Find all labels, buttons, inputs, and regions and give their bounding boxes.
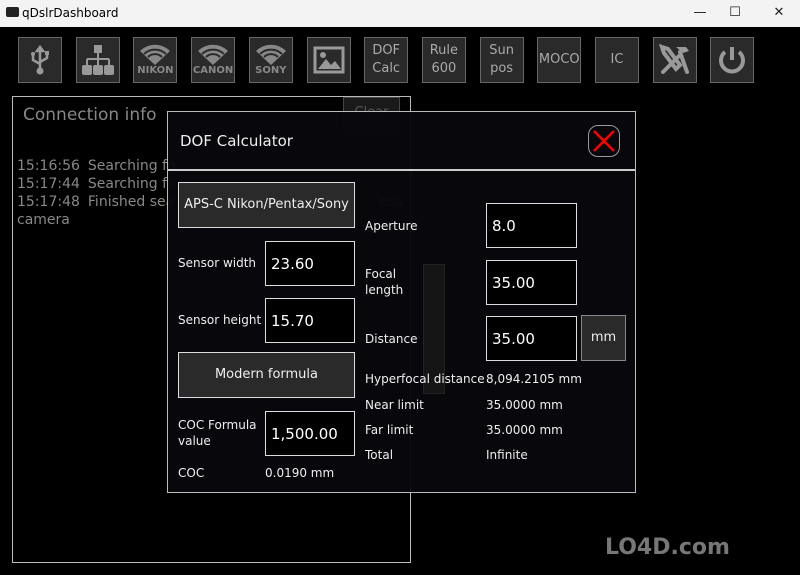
toolbar-button-label: DOF Calc bbox=[372, 43, 401, 76]
far-limit-label: Far limit bbox=[365, 423, 414, 437]
toolbar-button-label: Rule 600 bbox=[429, 43, 459, 76]
sensor-type-button[interactable]: APS-C Nikon/Pentax/Sony bbox=[178, 182, 355, 228]
toolbar-button-canon[interactable]: CANON bbox=[191, 37, 236, 83]
focal-length-input[interactable]: 35.00 bbox=[486, 260, 577, 305]
usb-icon bbox=[23, 43, 57, 77]
close-window-button[interactable]: ✕ bbox=[764, 3, 794, 23]
camera-app-icon bbox=[6, 7, 19, 17]
tools-icon bbox=[658, 43, 692, 77]
toolbar-button-label: MOCO bbox=[538, 52, 580, 67]
image-icon bbox=[312, 43, 346, 77]
title-bar: qDslrDashboard — ☐ ✕ bbox=[0, 0, 800, 27]
network-icon bbox=[81, 43, 115, 77]
wifi-icon: NIKON bbox=[137, 43, 174, 77]
toolbar-button-sony[interactable]: SONY bbox=[248, 37, 293, 83]
toolbar-button-sunpos[interactable]: Sun pos bbox=[479, 37, 524, 83]
toolbar-button-dof[interactable]: DOF Calc bbox=[364, 37, 409, 83]
sensor-width-label: Sensor width bbox=[178, 256, 257, 270]
distance-input[interactable]: 35.00 bbox=[486, 316, 577, 361]
wifi-icon: CANON bbox=[193, 43, 233, 77]
total-value: Infinite bbox=[486, 448, 528, 462]
toolbar-button-ic[interactable]: IC bbox=[595, 37, 639, 83]
near-limit-label: Near limit bbox=[365, 398, 424, 412]
sensor-width-input[interactable]: 23.60 bbox=[265, 241, 355, 286]
toolbar-button-label: SONY bbox=[255, 65, 287, 76]
toolbar-button-network[interactable] bbox=[75, 37, 120, 83]
coc-formula-input[interactable]: 1,500.00 bbox=[265, 411, 355, 456]
unit-button[interactable]: mm bbox=[581, 315, 626, 361]
coc-value: 0.0190 mm bbox=[265, 466, 335, 480]
toolbar-button-nikon[interactable]: NIKON bbox=[133, 37, 178, 83]
connection-info-title: Connection info bbox=[23, 105, 157, 125]
close-icon bbox=[593, 130, 615, 152]
sensor-height-label: Sensor height bbox=[178, 313, 262, 327]
focal-length-label: Focal length bbox=[365, 267, 404, 297]
watermark-logo: LO4D.com bbox=[605, 535, 730, 560]
coc-formula-label: COC Formula value bbox=[178, 418, 257, 448]
wifi-icon: SONY bbox=[254, 43, 288, 77]
divider bbox=[168, 169, 635, 171]
toolbar-button-usb[interactable] bbox=[18, 37, 62, 83]
toolbar-button-label: CANON bbox=[192, 65, 234, 76]
toolbar-button-label: Sun pos bbox=[489, 43, 514, 76]
hyperfocal-label: Hyperfocal distance bbox=[365, 372, 485, 386]
dialog-title: DOF Calculator bbox=[180, 132, 293, 150]
aperture-input[interactable]: 8.0 bbox=[486, 203, 577, 248]
toolbar-button-rule600[interactable]: Rule 600 bbox=[421, 37, 466, 83]
toolbar-button-label: NIKON bbox=[137, 65, 174, 76]
aperture-label: Aperture bbox=[365, 219, 418, 233]
formula-button[interactable]: Modern formula bbox=[178, 352, 355, 398]
power-icon bbox=[715, 43, 749, 77]
total-label: Total bbox=[365, 448, 394, 462]
near-limit-value: 35.0000 mm bbox=[486, 398, 563, 412]
sensor-height-input[interactable]: 15.70 bbox=[265, 298, 355, 343]
far-limit-value: 35.0000 mm bbox=[486, 423, 563, 437]
toolbar-button-power[interactable] bbox=[710, 37, 755, 83]
toolbar-button-moco[interactable]: MOCO bbox=[537, 37, 582, 83]
distance-label: Distance bbox=[365, 332, 418, 346]
hyperfocal-value: 8,094.2105 mm bbox=[486, 372, 582, 386]
maximize-button[interactable]: ☐ bbox=[720, 3, 750, 23]
toolbar-button-image[interactable] bbox=[306, 37, 351, 83]
close-dialog-button[interactable] bbox=[588, 125, 620, 157]
dof-calculator-dialog: DOF Calculator APS-C Nikon/Pentax/Sony S… bbox=[167, 111, 636, 493]
toolbar-button-tools[interactable] bbox=[652, 37, 697, 83]
window-title: qDslrDashboard bbox=[22, 6, 119, 20]
coc-label: COC bbox=[178, 466, 205, 480]
minimize-button[interactable]: — bbox=[685, 3, 715, 23]
toolbar-button-label: IC bbox=[610, 52, 624, 67]
